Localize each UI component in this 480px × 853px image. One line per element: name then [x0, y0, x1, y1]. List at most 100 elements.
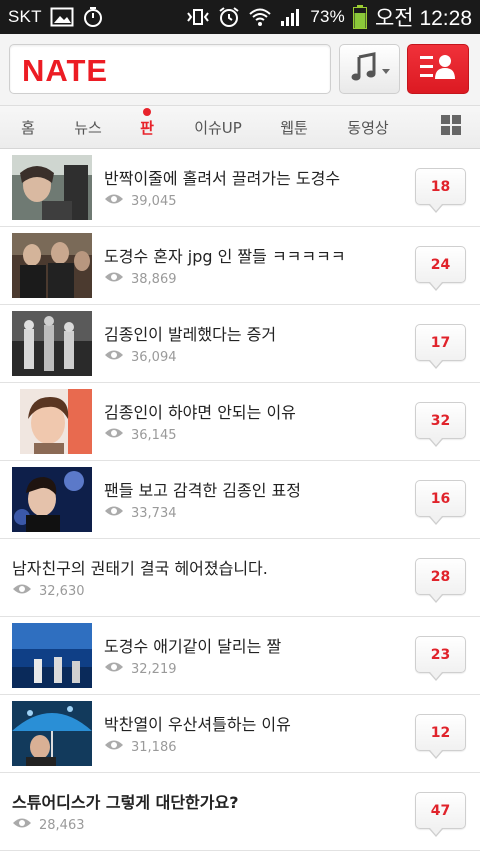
tab-all-menu[interactable]: [422, 106, 480, 149]
comment-count: 17: [430, 334, 451, 351]
comment-count-badge[interactable]: 23: [415, 636, 466, 681]
post-title: 김종인이 발레했다는 증거: [104, 325, 277, 344]
comment-count: 18: [430, 178, 451, 195]
post-item[interactable]: 스튜어디스가 그렇게 대단한가요? 28,463 47: [0, 773, 480, 851]
comment-count-badge[interactable]: 32: [415, 402, 466, 447]
tab-home[interactable]: 홈: [0, 106, 56, 149]
view-count: 33,734: [131, 505, 177, 521]
comment-count-badge[interactable]: 24: [415, 246, 466, 291]
clock-label: 오전 12:28: [374, 7, 472, 30]
comment-count-badge[interactable]: 16: [415, 480, 466, 525]
eye-icon: [12, 817, 32, 833]
eye-icon: [104, 349, 124, 365]
post-title: 반짝이줄에 홀려서 끌려가는 도경수: [104, 169, 341, 188]
comment-count-badge[interactable]: 17: [415, 324, 466, 369]
post-item[interactable]: 팬들 보고 감격한 김종인 표정 33,734 16: [0, 461, 480, 539]
post-thumbnail: [12, 233, 92, 298]
post-item[interactable]: 박찬열이 우산셔틀하는 이유 31,186 12: [0, 695, 480, 773]
comment-count: 32: [430, 412, 451, 429]
app-header: NATE: [0, 34, 480, 106]
tab-label: 동영상: [347, 118, 389, 137]
nate-logo: NATE: [22, 53, 109, 88]
comment-count: 24: [430, 256, 451, 273]
comment-count-badge[interactable]: 18: [415, 168, 466, 213]
post-views: 39,045: [104, 193, 177, 209]
post-item[interactable]: 김종인이 하야면 안되는 이유 36,145 32: [0, 383, 480, 461]
post-views: 32,630: [12, 583, 85, 599]
post-item[interactable]: 반짝이줄에 홀려서 끌려가는 도경수 39,045 18: [0, 149, 480, 227]
post-item[interactable]: 남자친구의 권태기 결국 헤어졌습니다. 32,630 28: [0, 539, 480, 617]
post-title: 남자친구의 권태기 결국 헤어졌습니다.: [12, 559, 268, 578]
post-thumbnail: [12, 701, 92, 766]
post-item[interactable]: 도경수 애기같이 달리는 짤 32,219 23: [0, 617, 480, 695]
post-thumbnail: [12, 155, 92, 220]
comment-count-badge[interactable]: 28: [415, 558, 466, 603]
status-bar: SKT 73% 오전 12:28: [0, 0, 480, 34]
eye-icon: [104, 271, 124, 287]
comment-count-badge[interactable]: 47: [415, 792, 466, 837]
comment-count: 47: [430, 802, 451, 819]
dropdown-arrow-icon: [381, 60, 390, 79]
signal-icon: [280, 7, 302, 27]
eye-icon: [12, 583, 32, 599]
music-icon: [350, 52, 378, 86]
battery-icon: [352, 5, 367, 29]
tab-issue-up[interactable]: 이슈UP: [174, 106, 262, 149]
post-title: 스튜어디스가 그렇게 대단한가요?: [12, 793, 239, 812]
tab-label: 웹툰: [280, 118, 308, 137]
post-item[interactable]: 김종인이 발레했다는 증거 36,094 17: [0, 305, 480, 383]
my-menu-icon: [420, 53, 456, 85]
tab-label: 판: [140, 118, 154, 137]
view-count: 36,094: [131, 349, 177, 365]
timer-icon: [82, 6, 104, 28]
post-views: 36,094: [104, 349, 177, 365]
post-views: 36,145: [104, 427, 177, 443]
view-count: 28,463: [39, 817, 85, 833]
eye-icon: [104, 427, 124, 443]
view-count: 32,630: [39, 583, 85, 599]
eye-icon: [104, 193, 124, 209]
post-title: 도경수 애기같이 달리는 짤: [104, 637, 282, 656]
post-thumbnail: [12, 467, 92, 532]
post-title: 김종인이 하야면 안되는 이유: [104, 403, 296, 422]
view-count: 32,219: [131, 661, 177, 677]
wifi-icon: [248, 7, 272, 27]
post-thumbnail: [12, 311, 92, 376]
tab-video[interactable]: 동영상: [326, 106, 410, 149]
music-button[interactable]: [339, 44, 400, 94]
post-item[interactable]: 도경수 혼자 jpg 인 짤들 ㅋㅋㅋㅋㅋ 38,869 24: [0, 227, 480, 305]
post-list: 반짝이줄에 홀려서 끌려가는 도경수 39,045 18 도경수 혼자 jpg …: [0, 149, 480, 851]
comment-count: 23: [430, 646, 451, 663]
alarm-icon: [218, 6, 240, 28]
view-count: 31,186: [131, 739, 177, 755]
eye-icon: [104, 505, 124, 521]
my-menu-button[interactable]: [407, 44, 469, 94]
gallery-icon: [50, 7, 74, 27]
grid-icon: [441, 115, 461, 139]
vibrate-icon: [186, 7, 210, 27]
view-count: 38,869: [131, 271, 177, 287]
eye-icon: [104, 739, 124, 755]
active-indicator-dot: [143, 107, 151, 116]
post-thumbnail: [12, 623, 92, 688]
carrier-label: SKT: [8, 7, 42, 26]
tab-webtoon[interactable]: 웹툰: [262, 106, 326, 149]
post-thumbnail: [12, 389, 92, 454]
comment-count: 16: [430, 490, 451, 507]
post-title: 박찬열이 우산셔틀하는 이유: [104, 715, 291, 734]
comment-count: 12: [430, 724, 451, 741]
comment-count: 28: [430, 568, 451, 585]
category-tabs: 홈 뉴스 판 이슈UP 웹툰 동영상: [0, 106, 480, 149]
tab-pann[interactable]: 판: [120, 106, 174, 149]
tab-label: 뉴스: [74, 118, 102, 137]
post-title: 도경수 혼자 jpg 인 짤들 ㅋㅋㅋㅋㅋ: [104, 247, 346, 266]
view-count: 39,045: [131, 193, 177, 209]
tab-label: 이슈UP: [194, 118, 242, 137]
post-views: 38,869: [104, 271, 177, 287]
tab-news[interactable]: 뉴스: [56, 106, 120, 149]
comment-count-badge[interactable]: 12: [415, 714, 466, 759]
post-views: 31,186: [104, 739, 177, 755]
post-title: 팬들 보고 감격한 김종인 표정: [104, 481, 301, 500]
eye-icon: [104, 661, 124, 677]
search-input[interactable]: NATE: [9, 44, 331, 94]
